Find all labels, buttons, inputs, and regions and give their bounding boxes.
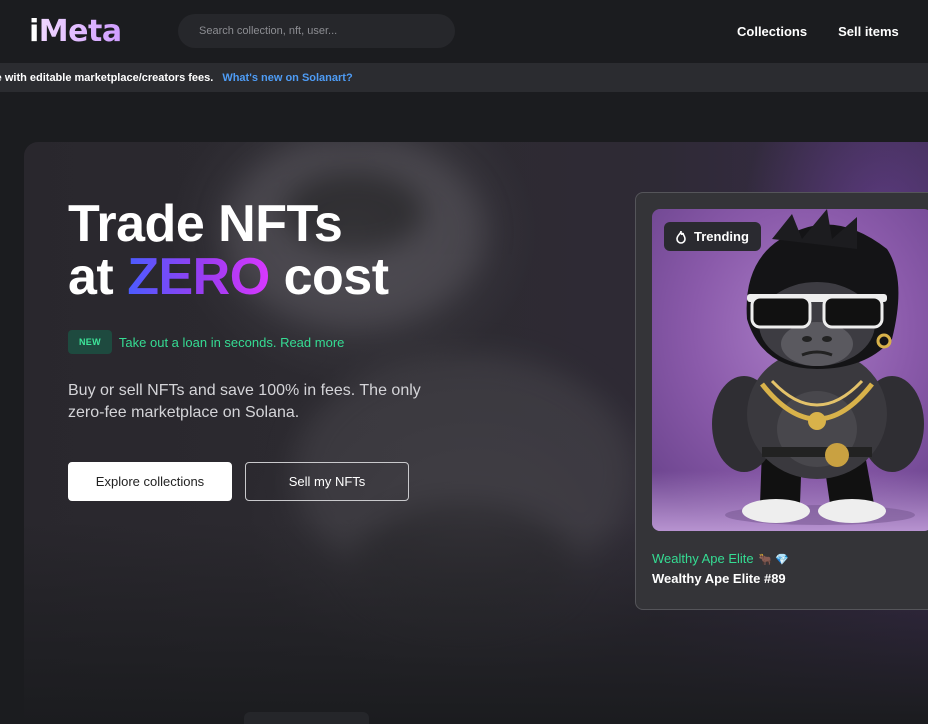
- hero-title-end: cost: [283, 248, 389, 306]
- collection-label: Wealthy Ape Elite: [652, 551, 754, 566]
- hero-section: Trade NFTs at ZERO cost NEW Take out a l…: [24, 142, 928, 722]
- logo-prefix: i: [29, 14, 39, 49]
- hero-title-line1: Trade NFTs: [68, 195, 343, 253]
- nav-links: Collections Sell items Lo: [737, 24, 928, 39]
- trending-nft-card[interactable]: Trending Wealthy Ape Elite 🐂 💎 Wealthy Ap…: [635, 192, 928, 610]
- promo-link[interactable]: Take out a loan in seconds. Read more: [119, 335, 344, 350]
- nav-link-sell-items[interactable]: Sell items: [838, 24, 899, 39]
- new-badge: NEW: [68, 330, 112, 354]
- nav-link-collections[interactable]: Collections: [737, 24, 807, 39]
- hero-title-at: at: [68, 248, 114, 306]
- trending-tag: Trending: [664, 222, 761, 251]
- logo-suffix: Meta: [38, 14, 122, 49]
- hero-subtitle: Buy or sell NFTs and save 100% in fees. …: [68, 382, 421, 421]
- bottom-section-tab: [244, 712, 369, 724]
- trending-label: Trending: [694, 229, 749, 244]
- flame-icon: [676, 230, 686, 244]
- nft-image[interactable]: Trending: [652, 209, 928, 531]
- top-navbar: iMeta Collections Sell items Lo: [0, 0, 928, 63]
- verified-badge-icons: 🐂 💎: [758, 554, 790, 566]
- announcement-text: te with editable marketplace/creators fe…: [0, 71, 214, 84]
- announcement-bar: te with editable marketplace/creators fe…: [0, 63, 928, 92]
- search-input[interactable]: [197, 24, 441, 38]
- site-logo[interactable]: iMeta: [29, 14, 122, 49]
- gorilla-illustration: [712, 209, 924, 525]
- hero-title-highlight: ZERO: [127, 248, 270, 306]
- nft-item-name[interactable]: Wealthy Ape Elite #89: [652, 571, 786, 586]
- announcement-link[interactable]: What's new on Solanart?: [222, 72, 352, 84]
- explore-collections-button[interactable]: Explore collections: [68, 462, 232, 501]
- collection-name[interactable]: Wealthy Ape Elite 🐂 💎: [652, 551, 789, 566]
- hero-title: Trade NFTs at ZERO cost: [68, 198, 389, 304]
- sell-my-nfts-button[interactable]: Sell my NFTs: [245, 462, 409, 501]
- search-bar[interactable]: [178, 14, 455, 48]
- promo-banner[interactable]: NEW Take out a loan in seconds. Read mor…: [68, 330, 344, 354]
